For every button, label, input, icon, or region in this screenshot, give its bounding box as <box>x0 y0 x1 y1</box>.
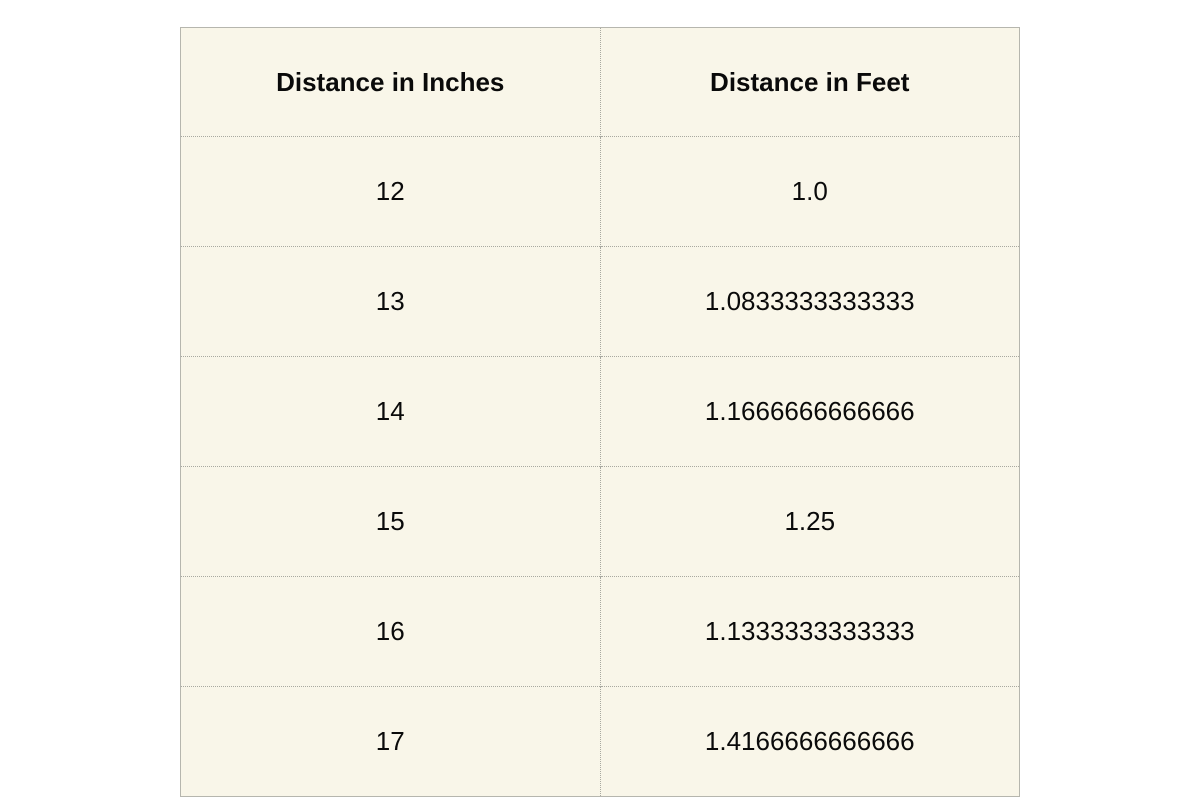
table-row: 12 1.0 <box>180 136 1020 247</box>
table-row: 15 1.25 <box>180 466 1020 577</box>
cell-feet: 1.1333333333333 <box>600 576 1020 687</box>
cell-inches: 15 <box>180 466 601 577</box>
table-row: 13 1.0833333333333 <box>180 246 1020 357</box>
cell-inches: 16 <box>180 576 601 687</box>
table-row: 17 1.4166666666666 <box>180 686 1020 797</box>
table-body: 12 1.0 13 1.0833333333333 14 1.166666666… <box>180 136 1020 797</box>
column-header-distance-in-feet: Distance in Feet <box>600 27 1020 137</box>
cell-feet: 1.4166666666666 <box>600 686 1020 797</box>
table-header-row: Distance in Inches Distance in Feet <box>180 27 1020 137</box>
table-row: 16 1.1333333333333 <box>180 576 1020 687</box>
cell-inches: 12 <box>180 136 601 247</box>
table-header: Distance in Inches Distance in Feet <box>180 27 1020 137</box>
cell-inches: 13 <box>180 246 601 357</box>
cell-inches: 17 <box>180 686 601 797</box>
table-row: 14 1.1666666666666 <box>180 356 1020 467</box>
conversion-table-container: Distance in Inches Distance in Feet 12 1… <box>180 27 1020 797</box>
cell-inches: 14 <box>180 356 601 467</box>
column-header-distance-in-inches: Distance in Inches <box>180 27 601 137</box>
cell-feet: 1.0 <box>600 136 1020 247</box>
cell-feet: 1.1666666666666 <box>600 356 1020 467</box>
cell-feet: 1.0833333333333 <box>600 246 1020 357</box>
cell-feet: 1.25 <box>600 466 1020 577</box>
inches-to-feet-table: Distance in Inches Distance in Feet 12 1… <box>180 27 1020 797</box>
